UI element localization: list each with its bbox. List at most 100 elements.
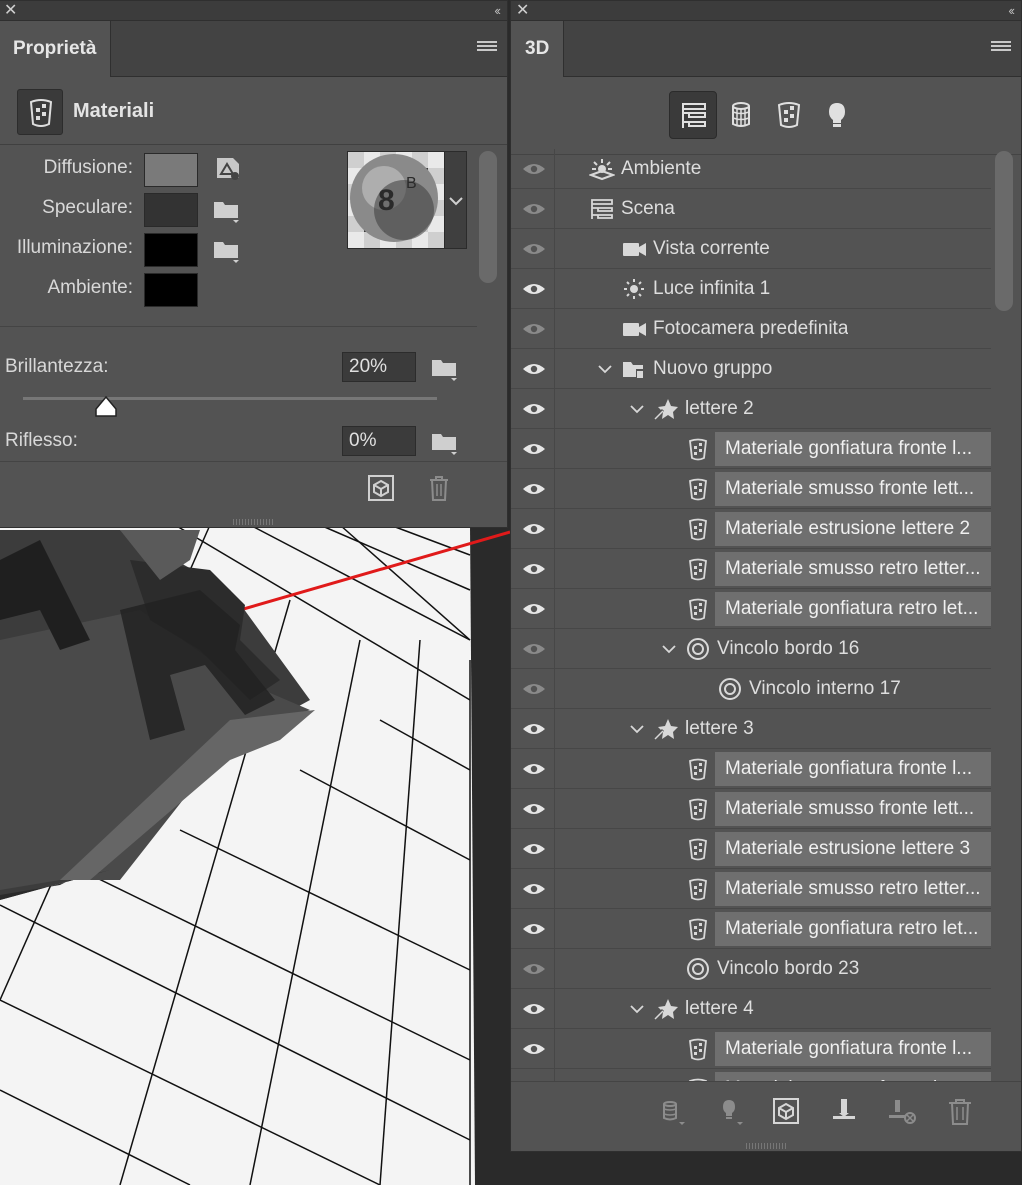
tree-row-material[interactable]: Materiale gonfiatura fronte l... <box>511 1029 991 1069</box>
reflection-input[interactable]: 0% <box>342 426 416 456</box>
tree-row[interactable]: Luce infinita 1 <box>511 269 991 309</box>
visibility-toggle[interactable] <box>511 149 555 189</box>
visibility-toggle[interactable] <box>511 629 555 669</box>
material-filter-button[interactable] <box>765 91 813 139</box>
visibility-toggle[interactable] <box>511 309 555 349</box>
visibility-toggle[interactable] <box>511 469 555 509</box>
tree-row[interactable]: Vincolo bordo 16 <box>511 629 991 669</box>
material-icon <box>689 758 707 781</box>
tree-row[interactable]: Ambiente <box>511 149 991 189</box>
visibility-toggle[interactable] <box>511 669 555 709</box>
tab-properties[interactable]: Proprietà <box>0 21 112 77</box>
constraint-icon <box>719 678 741 700</box>
folder-icon[interactable] <box>213 198 241 224</box>
preview-dropdown[interactable] <box>444 152 466 248</box>
shininess-slider-thumb[interactable] <box>93 395 119 419</box>
collapse-icon[interactable]: ‹‹ <box>1008 1 1015 20</box>
visibility-toggle[interactable] <box>511 389 555 429</box>
tree-row[interactable]: lettere 3 <box>511 709 991 749</box>
tree-row[interactable]: Nuovo gruppo <box>511 349 991 389</box>
shininess-slider-track[interactable] <box>23 397 437 400</box>
folder-icon[interactable] <box>213 238 241 264</box>
diffuse-color-swatch[interactable] <box>144 153 198 187</box>
folder-icon[interactable] <box>431 356 459 382</box>
render-icon[interactable] <box>367 474 395 502</box>
visibility-toggle[interactable] <box>511 349 555 389</box>
tree-scrollbar[interactable] <box>995 151 1013 311</box>
visibility-toggle[interactable] <box>511 909 555 949</box>
properties-scrollbar[interactable] <box>479 151 497 283</box>
chevron-down-icon[interactable] <box>597 361 613 377</box>
material-section-button[interactable] <box>17 89 63 135</box>
drop-to-floor-icon[interactable] <box>829 1096 859 1126</box>
visibility-toggle[interactable] <box>511 789 555 829</box>
tab-3d[interactable]: 3D <box>511 21 565 77</box>
ambient-color-swatch[interactable] <box>144 273 198 307</box>
illumination-label: Illuminazione: <box>16 237 133 258</box>
tree-row-material[interactable]: Materiale smusso fronte lett... <box>511 469 991 509</box>
tree-row[interactable]: Vista corrente <box>511 229 991 269</box>
light-filter-button[interactable] <box>813 91 861 139</box>
tree-row[interactable]: Fotocamera predefinita <box>511 309 991 349</box>
visibility-toggle[interactable] <box>511 229 555 269</box>
chevron-down-icon[interactable] <box>661 641 677 657</box>
tree-row-material[interactable]: Materiale gonfiatura retro let... <box>511 589 991 629</box>
tree-row-material[interactable]: Materiale gonfiatura fronte l... <box>511 429 991 469</box>
new-light-icon[interactable] <box>715 1096 745 1126</box>
close-icon[interactable]: ✕ <box>516 1 529 21</box>
visibility-toggle[interactable] <box>511 949 555 989</box>
tree-row[interactable]: lettere 2 <box>511 389 991 429</box>
visibility-toggle[interactable] <box>511 269 555 309</box>
trash-icon[interactable] <box>945 1096 975 1126</box>
panel-menu-icon[interactable] <box>477 41 497 55</box>
visibility-toggle[interactable] <box>511 709 555 749</box>
delete-constraint-icon[interactable] <box>887 1096 917 1126</box>
tree-row-material[interactable]: Materiale estrusione lettere 3 <box>511 829 991 869</box>
tree-row-material[interactable]: Materiale gonfiatura fronte l... <box>511 749 991 789</box>
visibility-toggle[interactable] <box>511 509 555 549</box>
constraint-icon <box>687 638 709 660</box>
tree-row[interactable]: Vincolo interno 17 <box>511 669 991 709</box>
tree-row-material[interactable]: Materiale smusso fronte lett... <box>511 789 991 829</box>
panel-menu-icon[interactable] <box>991 41 1011 55</box>
tree-row[interactable]: Vincolo bordo 23 <box>511 949 991 989</box>
mesh-filter-button[interactable] <box>717 91 765 139</box>
visibility-toggle[interactable] <box>511 869 555 909</box>
visibility-toggle[interactable] <box>511 749 555 789</box>
tree-item-label: lettere 2 <box>685 398 754 419</box>
new-mesh-icon[interactable] <box>657 1096 687 1126</box>
texture-map-icon[interactable] <box>215 156 243 182</box>
scene-filter-button[interactable] <box>669 91 717 139</box>
render-icon[interactable] <box>771 1096 801 1126</box>
visibility-toggle[interactable] <box>511 429 555 469</box>
shininess-input[interactable]: 20% <box>342 352 416 382</box>
tree-row-material[interactable]: Materiale smusso retro letter... <box>511 549 991 589</box>
specular-color-swatch[interactable] <box>144 193 198 227</box>
visibility-toggle[interactable] <box>511 189 555 229</box>
resize-grip[interactable] <box>233 519 273 525</box>
material-preview-picker[interactable]: 8 B <box>347 151 467 249</box>
chevron-down-icon[interactable] <box>629 401 645 417</box>
eye-icon <box>523 964 545 974</box>
collapse-icon[interactable]: ‹‹ <box>494 1 501 20</box>
visibility-toggle[interactable] <box>511 589 555 629</box>
material-icon <box>29 99 53 127</box>
tree-row-material[interactable]: Materiale smusso retro letter... <box>511 869 991 909</box>
tree-row-material[interactable]: Materiale smusso fronte lett... <box>511 1069 991 1081</box>
tree-row-material[interactable]: Materiale gonfiatura retro let... <box>511 909 991 949</box>
tree-row[interactable]: lettere 4 <box>511 989 991 1029</box>
visibility-toggle[interactable] <box>511 989 555 1029</box>
tree-row-material[interactable]: Materiale estrusione lettere 2 <box>511 509 991 549</box>
resize-grip[interactable] <box>746 1143 786 1149</box>
visibility-toggle[interactable] <box>511 829 555 869</box>
close-icon[interactable]: ✕ <box>4 1 17 21</box>
tree-row[interactable]: Scena <box>511 189 991 229</box>
visibility-toggle[interactable] <box>511 1029 555 1069</box>
trash-icon[interactable] <box>427 474 451 502</box>
chevron-down-icon[interactable] <box>629 1001 645 1017</box>
visibility-toggle[interactable] <box>511 1069 555 1081</box>
visibility-toggle[interactable] <box>511 549 555 589</box>
illumination-color-swatch[interactable] <box>144 233 198 267</box>
folder-icon[interactable] <box>431 430 459 456</box>
chevron-down-icon[interactable] <box>629 721 645 737</box>
